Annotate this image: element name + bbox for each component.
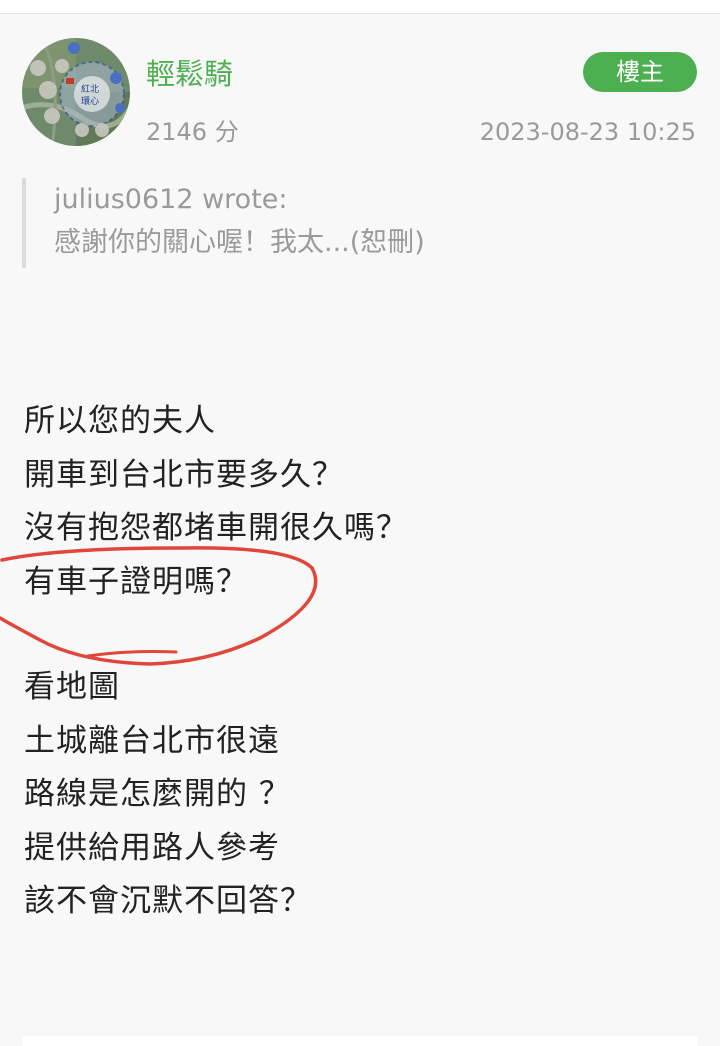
- content-line: 有車子證明嗎？: [24, 563, 248, 600]
- content-line: 開車到台北市要多久？: [24, 456, 344, 493]
- avatar-text-2: 環心: [81, 96, 99, 107]
- post-timestamp: 2023-08-23 10:25: [479, 118, 696, 146]
- content-line: 提供給用路人參考: [24, 829, 280, 866]
- avatar-text-1: 紅北: [81, 84, 99, 95]
- content-line: 所以您的夫人: [24, 403, 216, 439]
- content-line: 該不會沉默不回答？: [24, 883, 312, 919]
- content-line: 沒有抱怨都堵車開很久嗎？: [24, 510, 408, 546]
- author-name[interactable]: 輕鬆騎: [146, 56, 233, 92]
- op-badge: 樓主: [583, 52, 697, 92]
- author-points: 2146 分: [146, 118, 239, 146]
- quote-text: 感謝你的關心喔！我太...(恕刪): [54, 227, 425, 258]
- content-line: 看地圖: [24, 669, 120, 705]
- quote-author: julius0612 wrote:: [54, 184, 288, 215]
- top-divider: [0, 0, 720, 14]
- content-line: 路線是怎麼開的 ？: [24, 776, 291, 812]
- next-post-card-edge: [22, 1036, 698, 1046]
- avatar[interactable]: 紅北 環心: [22, 38, 130, 146]
- content-line: 土城離台北市很遠: [24, 722, 280, 759]
- quote-block[interactable]: julius0612 wrote: 感謝你的關心喔！我太...(恕刪): [22, 178, 582, 268]
- post-content: 所以您的夫人 開車到台北市要多久？ 沒有抱怨都堵車開很久嗎？ 有車子證明嗎？ 看…: [24, 395, 684, 929]
- avatar-map-image: 紅北 環心: [22, 38, 130, 146]
